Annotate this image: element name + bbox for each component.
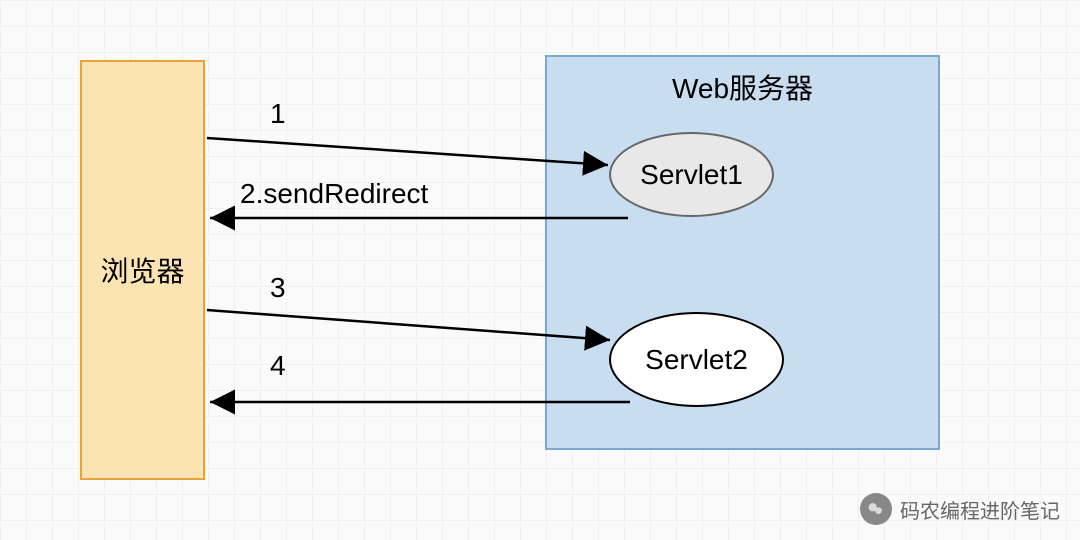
browser-label: 浏览器 (100, 250, 184, 290)
wechat-icon (860, 493, 892, 525)
servlet1-node: Servlet1 (609, 132, 774, 217)
servlet2-label: Servlet2 (645, 344, 748, 376)
watermark: 码农编程进阶笔记 (860, 493, 1060, 525)
browser-box: 浏览器 (80, 60, 205, 480)
server-title: Web服务器 (672, 67, 813, 107)
arrow-label-2: 2.sendRedirect (240, 178, 428, 210)
arrow-label-4: 4 (270, 350, 286, 382)
servlet2-node: Servlet2 (609, 312, 784, 407)
servlet1-label: Servlet1 (640, 159, 743, 191)
watermark-text: 码农编程进阶笔记 (900, 495, 1060, 524)
server-box: Web服务器 Servlet1 Servlet2 (545, 55, 940, 450)
arrow-label-1: 1 (270, 98, 286, 130)
arrow-label-3: 3 (270, 272, 286, 304)
